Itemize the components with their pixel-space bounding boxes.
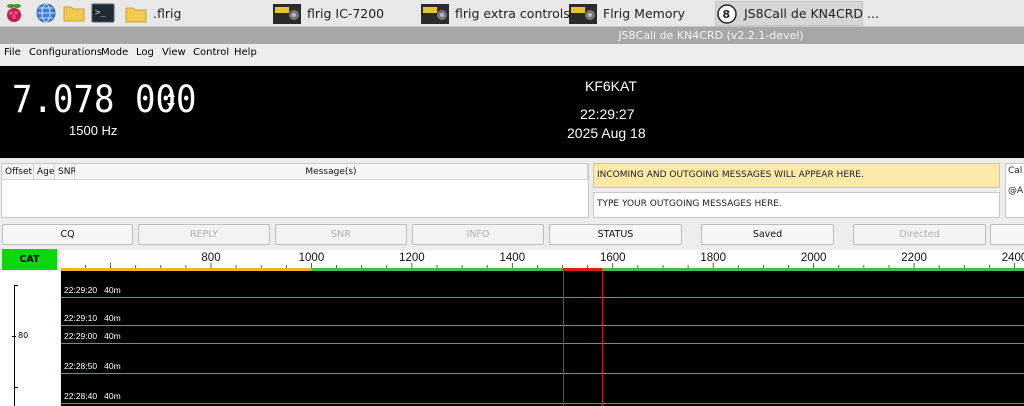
waterfall-separator [61, 373, 1024, 374]
ruler-label: 1600 [600, 252, 626, 264]
scale-tick [14, 387, 18, 388]
directed-button[interactable]: Directed [853, 224, 986, 245]
snr-button[interactable]: SNR [275, 224, 407, 245]
ruler-label: 800 [201, 252, 220, 264]
task-label: JS8Call de KN4CRD ... [744, 6, 879, 21]
saved-button[interactable]: Saved [701, 224, 834, 245]
terminal-icon[interactable]: >_ [91, 3, 115, 23]
audio-offset: 1500 Hz [69, 123, 118, 138]
waterfall-separator [61, 343, 1024, 344]
ruler-label: 1800 [700, 252, 726, 264]
ruler-label: 1200 [399, 252, 425, 264]
ruler-label: 2000 [801, 252, 827, 264]
cq-button[interactable]: CQ [2, 224, 133, 245]
menu-bar: File Configurations Mode Log View Contro… [0, 44, 1024, 62]
radio-icon [273, 3, 301, 24]
window-title: JS8Call de KN4CRD (v2.2.1-devel) [618, 29, 804, 42]
waterfall-timestamp: 22:29:00 40m [64, 331, 121, 341]
waterfall-timestamp: 22:29:20 40m [64, 285, 121, 295]
waterfall-display[interactable]: 22:29:20 40m 22:29:10 40m 22:29:00 40m 22:2… [61, 271, 1024, 406]
menu-help[interactable]: Help [234, 44, 257, 62]
reply-button[interactable]: REPLY [138, 224, 270, 245]
passband-marker[interactable] [562, 271, 603, 406]
call-activity-entry[interactable]: @AL [1008, 186, 1024, 196]
task-label: .flrig [153, 6, 182, 21]
scale-tick [14, 285, 18, 286]
waterfall-timestamp: 22:28:50 40m [64, 361, 121, 371]
column-age[interactable]: Age [34, 164, 55, 180]
band-activity-table[interactable]: Offset Age SNR Message(s) [1, 163, 589, 218]
menu-control[interactable]: Control [193, 44, 229, 62]
info-button[interactable]: INFO [412, 224, 544, 245]
outgoing-placeholder: TYPE YOUR OUTGOING MESSAGES HERE. [597, 199, 782, 209]
overflow-button[interactable] [990, 224, 1024, 245]
task-label: flrig extra controls [455, 6, 570, 21]
station-callsign: KF6KAT [585, 78, 637, 94]
taskbar: >_ .flrig flrig IC-7200 flrig extra cont… [0, 0, 1024, 27]
waterfall-timestamp: 22:29:10 40m [64, 313, 121, 323]
radio-icon [569, 3, 597, 24]
waterfall-separator [61, 403, 1024, 404]
ruler-label: 2200 [901, 252, 927, 264]
task-label: Flrig Memory [603, 6, 686, 21]
column-offset[interactable]: Offset [2, 164, 34, 180]
task-js8call[interactable]: 8 JS8Call de KN4CRD ... [715, 1, 879, 26]
status-button[interactable]: STATUS [549, 224, 682, 245]
waterfall-timestamp: 22:28:40 40m [64, 391, 121, 401]
ruler-label: 1400 [500, 252, 526, 264]
cat-button[interactable]: CAT [2, 249, 57, 270]
ruler-label: 1000 [299, 252, 325, 264]
frequency-display: 7.078 000 1500 Hz KF6KAT 22:29:27 2025 A… [0, 66, 1024, 158]
menu-log[interactable]: Log [136, 44, 154, 62]
task-flrig-extra[interactable]: flrig extra controls [421, 1, 570, 26]
svg-text:8: 8 [723, 8, 731, 21]
menu-configurations[interactable]: Configurations [29, 44, 102, 62]
task-flrig-folder[interactable]: .flrig [125, 1, 181, 26]
raspberry-menu-icon[interactable] [3, 3, 25, 23]
task-flrig-memory[interactable]: Flrig Memory [569, 1, 685, 26]
message-history[interactable]: INCOMING AND OUTGOING MESSAGES WILL APPE… [593, 163, 1000, 188]
folder-icon [125, 4, 147, 24]
ruler-label: 2400 [1002, 252, 1024, 264]
menu-file[interactable]: File [4, 44, 21, 62]
frequency-spinner-icon[interactable] [165, 88, 177, 112]
waterfall-separator [61, 297, 1024, 298]
js8call-icon: 8 [716, 3, 738, 24]
column-messages[interactable]: Message(s) [75, 164, 588, 180]
menu-view[interactable]: View [162, 44, 186, 62]
waterfall-level-scale: 80 [0, 271, 60, 406]
svg-text:>_: >_ [95, 8, 106, 18]
call-activity-header: Cal [1008, 166, 1023, 176]
waterfall-separator [61, 325, 1024, 326]
column-snr[interactable]: SNR [55, 164, 77, 180]
radio-icon [421, 3, 449, 24]
window-title-bar[interactable]: JS8Call de KN4CRD (v2.2.1-devel) [0, 27, 1024, 44]
file-manager-icon[interactable] [63, 3, 85, 23]
outgoing-message-input[interactable]: TYPE YOUR OUTGOING MESSAGES HERE. [593, 192, 1000, 218]
frequency-ruler-svg: 800 1000 1200 1400 1600 1800 2000 2200 2400 [61, 252, 1024, 271]
web-browser-icon[interactable] [35, 3, 57, 23]
frequency-ruler[interactable]: 800 1000 1200 1400 1600 1800 2000 2200 2400 [61, 250, 1024, 271]
utc-clock: 22:29:27 [580, 106, 635, 122]
incoming-placeholder: INCOMING AND OUTGOING MESSAGES WILL APPE… [597, 170, 864, 180]
menu-mode[interactable]: Mode [101, 44, 128, 62]
task-label: flrig IC-7200 [307, 6, 385, 21]
scale-tick [12, 336, 16, 337]
task-flrig-ic7200[interactable]: flrig IC-7200 [273, 1, 384, 26]
scale-label: 80 [18, 331, 29, 340]
call-activity-panel[interactable]: Cal @AL [1005, 163, 1024, 218]
utc-date: 2025 Aug 18 [567, 125, 646, 141]
